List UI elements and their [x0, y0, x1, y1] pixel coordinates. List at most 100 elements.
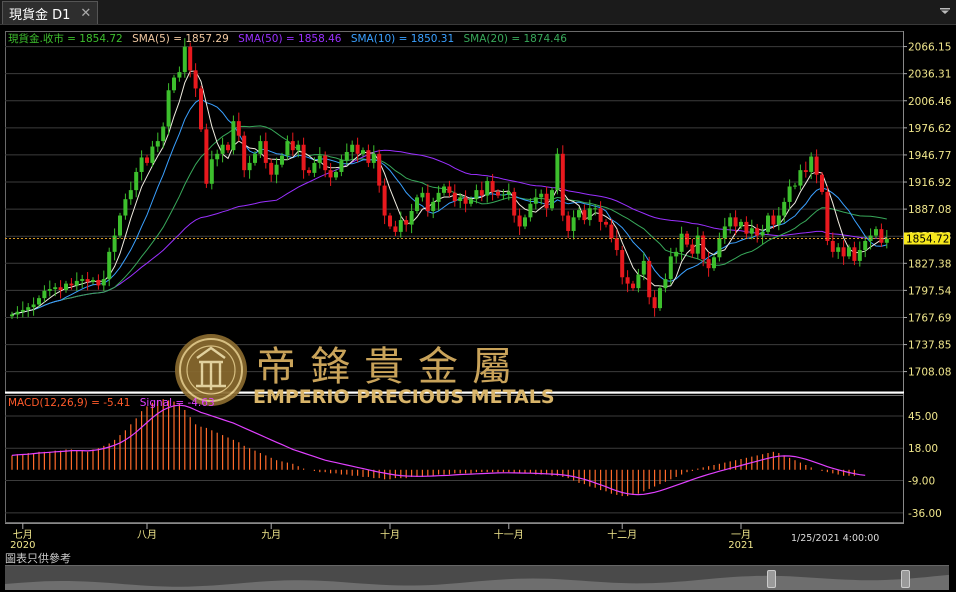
candle-body [884, 238, 889, 243]
candle-body [350, 144, 355, 152]
candle-body [193, 70, 198, 89]
candle-body [803, 170, 808, 172]
candle-body [258, 141, 263, 154]
chart-canvas[interactable]: 1708.081737.851767.691797.541827.381857.… [0, 24, 956, 550]
candle-body [409, 211, 414, 225]
price-tick-label: 2036.31 [908, 69, 951, 81]
candle-body [150, 146, 155, 163]
scroll-thumb-left[interactable] [767, 570, 776, 588]
last-price-label: 1854.72 [906, 233, 949, 245]
candle-body [458, 197, 463, 202]
candle-body [728, 217, 733, 227]
candle-body [231, 121, 236, 151]
candle-body [312, 162, 317, 173]
legend-sma5: SMA(5) = 1857.29 [132, 33, 229, 45]
candle-body [776, 215, 781, 225]
close-icon[interactable]: ✕ [80, 6, 91, 21]
candle-body [452, 192, 457, 202]
candle-body [539, 193, 544, 198]
scroll-thumb-right[interactable] [901, 570, 910, 588]
candle-body [161, 126, 166, 142]
candle-body [263, 141, 268, 163]
candle-body [431, 201, 436, 211]
candle-body [139, 157, 144, 172]
chart-scrollbar[interactable] [5, 565, 949, 590]
candle-body [42, 290, 47, 299]
candle-body [47, 289, 52, 291]
candle-body [64, 283, 68, 290]
triangle-collapse-icon[interactable] [940, 8, 950, 14]
candle-body [782, 201, 787, 216]
candle-body [166, 90, 171, 127]
candle-body [841, 247, 846, 257]
candle-body [512, 191, 517, 216]
time-tick-year: 2021 [728, 540, 753, 550]
legend-sma50: SMA(50) = 1858.46 [238, 33, 342, 45]
signal-line [11, 404, 866, 496]
candle-body [123, 199, 128, 216]
candle-body [760, 231, 765, 236]
candle-body [663, 279, 668, 289]
candle-body [199, 88, 203, 130]
price-tick-label: 1767.69 [908, 312, 951, 324]
time-tick-label: 十一月 [494, 528, 524, 541]
candle-body [523, 217, 527, 227]
candle-body [415, 197, 419, 211]
candle-body [706, 259, 711, 269]
price-tick-label: 1887.08 [908, 204, 951, 216]
scroll-overview [5, 574, 949, 590]
candle-body [85, 279, 90, 282]
candle-body [377, 153, 382, 186]
candle-body [344, 152, 349, 161]
last-date-label: 1/25/2021 4:00:00 [791, 533, 879, 544]
candle-body [172, 77, 176, 91]
price-tick-label: 1946.77 [908, 150, 951, 162]
candle-body [215, 153, 220, 160]
candle-body [814, 156, 819, 175]
candle-body [339, 160, 344, 172]
candle-body [31, 304, 36, 308]
candle-body [879, 229, 884, 243]
candle-body [355, 144, 360, 154]
candle-body [722, 226, 727, 239]
price-tick-label: 2006.46 [908, 96, 952, 108]
price-tick-label: 1737.85 [908, 340, 951, 352]
candle-body [647, 260, 652, 298]
candle-body [253, 153, 257, 163]
candle-body [771, 215, 776, 225]
macd-panel [5, 395, 904, 523]
candle-body [809, 156, 814, 172]
candle-body [749, 228, 754, 234]
macd-tick-label: 45.00 [908, 411, 938, 423]
candle-body [398, 220, 403, 232]
candle-body [26, 307, 31, 310]
candle-body [863, 240, 868, 251]
candle-body [58, 287, 63, 290]
candle-body [236, 121, 241, 136]
candle-body [566, 215, 571, 231]
candle-body [69, 283, 74, 286]
candle-body [712, 257, 716, 269]
time-tick-label: 九月 [261, 529, 281, 541]
candle-body [766, 215, 770, 232]
candle-body [393, 226, 398, 232]
candle-body [739, 221, 743, 227]
macd-tick-label: 18.00 [908, 443, 938, 455]
candle-body [182, 46, 187, 73]
time-tick-label: 八月 [137, 529, 157, 541]
candle-body [447, 186, 452, 193]
candle-body [361, 150, 365, 154]
sma20-line [11, 125, 887, 315]
price-tick-label: 1976.62 [908, 123, 951, 135]
price-tick-label: 1827.38 [908, 258, 951, 270]
candle-body [209, 159, 214, 184]
candle-body [155, 141, 160, 147]
candle-body [247, 162, 252, 171]
chart-tab[interactable]: 現貨金 D1 ✕ [2, 1, 99, 24]
candle-body [80, 279, 85, 281]
candle-body [112, 235, 117, 252]
candle-body [533, 197, 538, 204]
macd-tick-label: -36.00 [908, 508, 942, 520]
candle-body [528, 203, 533, 218]
time-tick-label: 十二月 [607, 528, 637, 541]
